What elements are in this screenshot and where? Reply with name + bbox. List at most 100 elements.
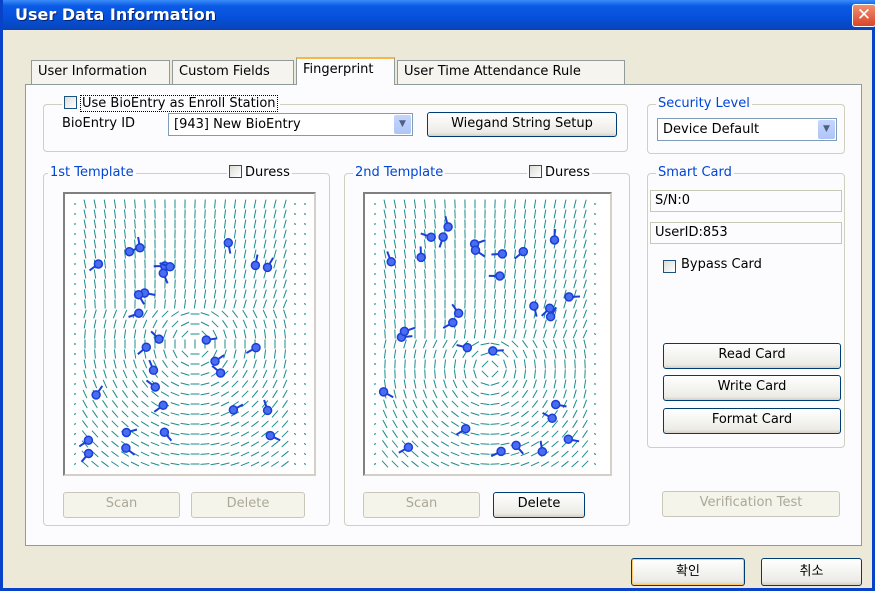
- ridge-mark: [382, 419, 388, 429]
- ridge-mark: [530, 461, 540, 467]
- write-card-button[interactable]: Write Card: [663, 375, 841, 401]
- ridge-mark: [303, 432, 307, 436]
- wiegand-string-setup-button[interactable]: Wiegand String Setup: [427, 112, 617, 137]
- ridge-mark: [450, 451, 460, 457]
- second-template-duress: Duress: [527, 165, 592, 180]
- first-template-duress-checkbox[interactable]: [229, 165, 242, 178]
- ridge-mark: [383, 289, 387, 299]
- ridge-mark: [230, 441, 240, 447]
- enroll-station-checkbox[interactable]: [64, 96, 77, 109]
- tab-custom-fields[interactable]: Custom Fields: [172, 60, 294, 84]
- ridge-mark: [261, 440, 269, 448]
- ridge-mark: [563, 229, 567, 239]
- ridge-mark: [210, 452, 220, 456]
- ridge-mark: [200, 443, 210, 445]
- ridge-mark: [200, 463, 210, 465]
- ridge-mark: [283, 309, 287, 319]
- ok-button[interactable]: 확인: [631, 558, 745, 586]
- ridge-mark: [223, 249, 227, 259]
- ridge-mark: [424, 279, 426, 289]
- verification-test-button[interactable]: Verification Test: [662, 491, 840, 517]
- ridge-mark: [103, 359, 107, 369]
- ridge-mark: [213, 289, 217, 299]
- ridge-mark: [170, 381, 180, 387]
- ridge-mark: [533, 289, 537, 299]
- ridge-mark: [441, 410, 449, 418]
- ridge-mark: [141, 400, 149, 408]
- format-card-button[interactable]: Format Card: [663, 408, 841, 434]
- tab-user-information[interactable]: User Information: [31, 60, 170, 84]
- ridge-mark: [170, 412, 180, 416]
- ridge-mark: [220, 432, 230, 436]
- close-button[interactable]: ✕: [852, 4, 875, 27]
- security-level-select[interactable]: Device Default ▼: [657, 118, 837, 141]
- bioentry-id-label: BioEntry ID: [62, 116, 136, 131]
- ridge-mark: [160, 421, 170, 427]
- ridge-mark: [214, 229, 216, 239]
- ridge-mark: [164, 299, 166, 309]
- second-template-duress-checkbox[interactable]: [529, 165, 542, 178]
- minutia-marker: [470, 245, 486, 258]
- ridge-mark: [582, 430, 588, 438]
- ridge-mark: [434, 249, 436, 259]
- ridge-mark: [583, 199, 587, 209]
- first-template-delete-button[interactable]: Delete: [191, 492, 305, 518]
- ridge-mark: [471, 380, 479, 388]
- ridge-mark: [242, 309, 248, 319]
- ridge-mark: [451, 410, 459, 418]
- ridge-mark: [283, 319, 287, 329]
- second-template-delete-button[interactable]: Delete: [493, 492, 585, 518]
- ridge-mark: [393, 209, 397, 219]
- ridge-mark: [432, 399, 438, 409]
- ridge-mark: [123, 359, 127, 369]
- title-bar[interactable]: User Data Information ✕: [3, 0, 875, 30]
- bioentry-id-select[interactable]: [943] New BioEntry ▼: [168, 113, 413, 136]
- ridge-mark: [253, 359, 257, 369]
- ridge-mark: [593, 432, 597, 436]
- ridge-mark: [521, 410, 529, 418]
- ridge-mark: [263, 229, 267, 239]
- ridge-mark: [240, 441, 250, 447]
- ridge-mark: [403, 199, 407, 209]
- first-template-scan-button[interactable]: Scan: [63, 492, 180, 518]
- ridge-mark: [262, 379, 268, 389]
- ridge-mark: [101, 460, 109, 468]
- ridge-mark: [150, 452, 160, 456]
- ridge-mark: [531, 420, 539, 428]
- read-card-button[interactable]: Read Card: [663, 343, 841, 369]
- bypass-card-checkbox[interactable]: [663, 260, 676, 273]
- ridge-mark: [593, 462, 597, 466]
- ridge-mark: [551, 430, 559, 438]
- ridge-mark: [493, 329, 497, 339]
- ridge-mark: [160, 411, 170, 417]
- second-template-scan-button[interactable]: Scan: [363, 492, 480, 518]
- ridge-mark: [184, 279, 186, 289]
- ridge-mark: [271, 450, 279, 458]
- ridge-mark: [531, 430, 539, 438]
- ridge-mark: [124, 279, 126, 289]
- ridge-mark: [113, 199, 117, 209]
- chevron-down-icon[interactable]: ▼: [394, 115, 411, 134]
- ridge-mark: [212, 329, 218, 339]
- ridge-mark: [573, 209, 577, 219]
- ridge-mark: [521, 340, 529, 348]
- ridge-mark: [124, 209, 126, 219]
- ridge-mark: [214, 199, 216, 209]
- ridge-mark: [413, 379, 417, 389]
- ridge-mark: [523, 279, 527, 289]
- ridge-mark: [393, 229, 397, 239]
- cancel-button[interactable]: 취소: [761, 558, 862, 586]
- ridge-mark: [511, 390, 519, 398]
- ridge-mark: [503, 299, 507, 309]
- ridge-mark: [434, 219, 436, 229]
- ridge-mark: [283, 239, 287, 249]
- ridge-mark: [573, 379, 577, 389]
- tab-fingerprint[interactable]: Fingerprint: [296, 57, 395, 85]
- ridge-mark: [253, 319, 257, 329]
- ridge-mark: [541, 440, 549, 448]
- ridge-mark: [103, 319, 107, 329]
- chevron-down-icon[interactable]: ▼: [818, 120, 835, 139]
- tab-user-time-attendance-rule[interactable]: User Time Attendance Rule: [397, 60, 625, 84]
- ridge-mark: [111, 440, 119, 448]
- security-level-value: Device Default: [663, 122, 760, 137]
